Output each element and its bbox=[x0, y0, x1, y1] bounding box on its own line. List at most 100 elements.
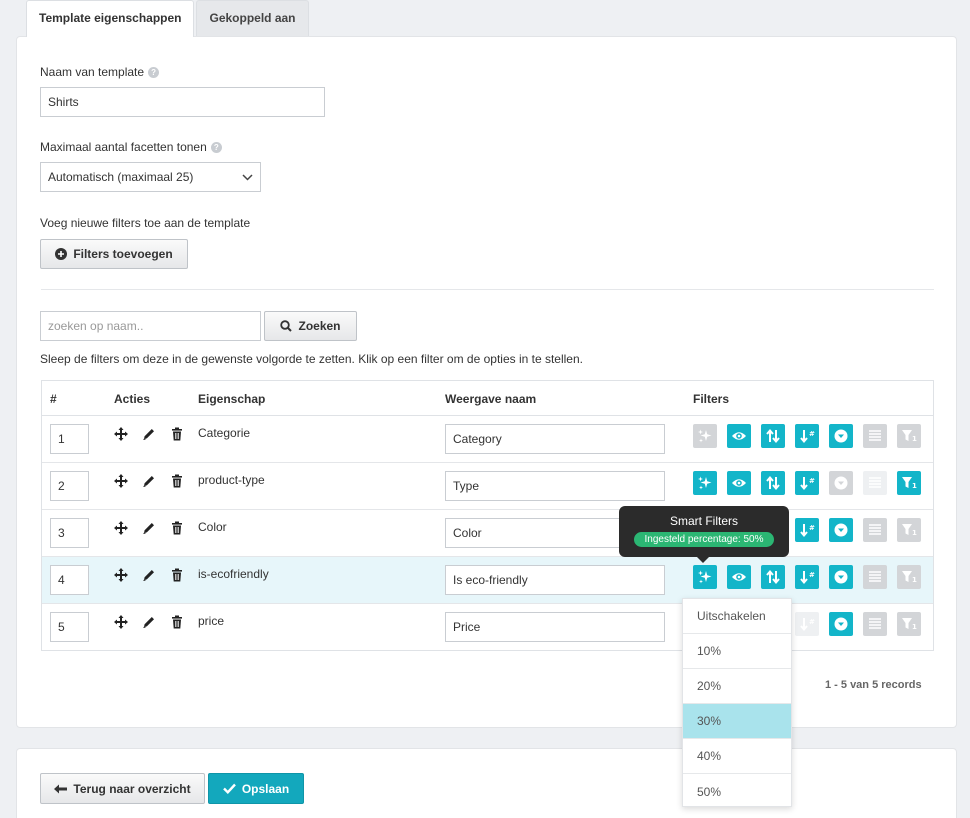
tooltip-title: Smart Filters bbox=[669, 514, 738, 528]
smart-filter-icon[interactable] bbox=[693, 424, 717, 448]
order-input[interactable]: 3 bbox=[50, 518, 89, 548]
property-name: Categorie bbox=[198, 426, 251, 440]
col-actions: Acties bbox=[114, 392, 151, 406]
filter-count-icon[interactable]: 1 bbox=[897, 518, 921, 542]
chevron-down-icon bbox=[242, 173, 253, 181]
option-disable[interactable]: Uitschakelen bbox=[683, 599, 791, 634]
save-button[interactable]: Opslaan bbox=[208, 773, 304, 804]
list-icon[interactable] bbox=[863, 518, 887, 542]
add-filters-button[interactable]: Filters toevoegen bbox=[40, 239, 188, 269]
svg-text:1: 1 bbox=[912, 482, 917, 490]
col-display-name: Weergave naam bbox=[445, 392, 537, 406]
edit-icon[interactable] bbox=[142, 474, 156, 488]
sort-icon[interactable] bbox=[761, 424, 785, 448]
move-icon[interactable] bbox=[114, 568, 128, 582]
svg-text:1: 1 bbox=[912, 576, 917, 584]
table-row[interactable]: 1 Categorie Category # 1 bbox=[42, 416, 933, 463]
sort-numeric-icon[interactable]: # bbox=[795, 518, 819, 542]
option-40[interactable]: 40% bbox=[683, 739, 791, 774]
filter-count-icon[interactable]: 1 bbox=[897, 471, 921, 495]
dropdown-icon[interactable] bbox=[829, 424, 853, 448]
search-icon bbox=[280, 320, 293, 332]
help-icon[interactable]: ? bbox=[210, 142, 222, 154]
sort-numeric-icon[interactable]: # bbox=[795, 565, 819, 589]
tab-template-properties[interactable]: Template eigenschappen bbox=[26, 0, 195, 37]
check-icon bbox=[222, 783, 236, 794]
list-icon[interactable] bbox=[863, 471, 887, 495]
table-header: # Acties Eigenschap Weergave naam Filter… bbox=[42, 381, 933, 416]
dropdown-icon[interactable] bbox=[829, 612, 853, 636]
svg-text:#: # bbox=[809, 524, 815, 532]
svg-text:#: # bbox=[809, 571, 815, 579]
filter-count-icon[interactable]: 1 bbox=[897, 612, 921, 636]
property-name: price bbox=[198, 614, 225, 628]
svg-text:#: # bbox=[809, 430, 815, 438]
dropdown-icon[interactable] bbox=[829, 565, 853, 589]
filter-count-icon[interactable]: 1 bbox=[897, 565, 921, 589]
filter-count-icon[interactable]: 1 bbox=[897, 424, 921, 448]
svg-text:#: # bbox=[809, 618, 815, 626]
order-input[interactable]: 4 bbox=[50, 565, 89, 595]
arrow-left-icon bbox=[54, 784, 68, 793]
trash-icon[interactable] bbox=[170, 474, 184, 488]
col-filters: Filters bbox=[693, 392, 730, 406]
name-label: Naam van template? bbox=[40, 65, 160, 79]
move-icon[interactable] bbox=[114, 615, 128, 629]
order-input[interactable]: 5 bbox=[50, 612, 89, 642]
move-icon[interactable] bbox=[114, 474, 128, 488]
list-icon[interactable] bbox=[863, 424, 887, 448]
option-30[interactable]: 30% bbox=[683, 704, 791, 739]
percentage-badge: Ingesteld percentage: 50% bbox=[634, 532, 774, 547]
tab-linked-to[interactable]: Gekoppeld aan bbox=[196, 0, 309, 36]
records-count: 1 - 5 van 5 records bbox=[825, 679, 922, 691]
help-icon[interactable]: ? bbox=[148, 67, 160, 79]
trash-icon[interactable] bbox=[170, 615, 184, 629]
max-facets-select[interactable]: Automatisch (maximaal 25) bbox=[40, 162, 261, 192]
visibility-icon[interactable] bbox=[727, 424, 751, 448]
smart-filter-icon[interactable] bbox=[693, 471, 717, 495]
edit-icon[interactable] bbox=[142, 521, 156, 535]
option-50[interactable]: 50% bbox=[683, 774, 791, 809]
table-row[interactable]: 4 is-ecofriendly Is eco-friendly # 1 bbox=[42, 557, 933, 604]
col-number: # bbox=[50, 392, 57, 406]
search-input[interactable]: zoeken op naam.. bbox=[40, 311, 261, 341]
option-10[interactable]: 10% bbox=[683, 634, 791, 669]
trash-icon[interactable] bbox=[170, 568, 184, 582]
filters-table: # Acties Eigenschap Weergave naam Filter… bbox=[41, 380, 934, 651]
template-name-input[interactable]: Shirts bbox=[40, 87, 325, 117]
display-name-input[interactable]: Is eco-friendly bbox=[445, 565, 665, 595]
move-icon[interactable] bbox=[114, 427, 128, 441]
add-filters-label: Voeg nieuwe filters toe aan de template bbox=[40, 216, 251, 230]
trash-icon[interactable] bbox=[170, 427, 184, 441]
display-name-input[interactable]: Price bbox=[445, 612, 665, 642]
edit-icon[interactable] bbox=[142, 568, 156, 582]
plus-circle-icon bbox=[55, 248, 68, 260]
list-icon[interactable] bbox=[863, 612, 887, 636]
sort-icon[interactable] bbox=[761, 471, 785, 495]
visibility-icon[interactable] bbox=[727, 565, 751, 589]
sort-icon[interactable] bbox=[761, 565, 785, 589]
sort-numeric-icon[interactable]: # bbox=[795, 471, 819, 495]
edit-icon[interactable] bbox=[142, 615, 156, 629]
option-20[interactable]: 20% bbox=[683, 669, 791, 704]
sort-numeric-icon[interactable]: # bbox=[795, 424, 819, 448]
order-input[interactable]: 1 bbox=[50, 424, 89, 454]
table-row[interactable]: 3 Color Color # 1 bbox=[42, 510, 933, 557]
trash-icon[interactable] bbox=[170, 521, 184, 535]
visibility-icon[interactable] bbox=[727, 471, 751, 495]
display-name-input[interactable]: Category bbox=[445, 424, 665, 454]
property-name: Color bbox=[198, 520, 227, 534]
list-icon[interactable] bbox=[863, 565, 887, 589]
dropdown-icon[interactable] bbox=[829, 471, 853, 495]
table-row[interactable]: 2 product-type Type # 1 bbox=[42, 463, 933, 510]
display-name-input[interactable]: Type bbox=[445, 471, 665, 501]
move-icon[interactable] bbox=[114, 521, 128, 535]
back-button[interactable]: Terug naar overzicht bbox=[40, 773, 205, 804]
table-row[interactable]: 5 price Price # 1 bbox=[42, 604, 933, 651]
smart-filter-icon[interactable] bbox=[693, 565, 717, 589]
sort-numeric-icon[interactable]: # bbox=[795, 612, 819, 636]
order-input[interactable]: 2 bbox=[50, 471, 89, 501]
dropdown-icon[interactable] bbox=[829, 518, 853, 542]
search-button[interactable]: Zoeken bbox=[264, 311, 357, 341]
edit-icon[interactable] bbox=[142, 427, 156, 441]
